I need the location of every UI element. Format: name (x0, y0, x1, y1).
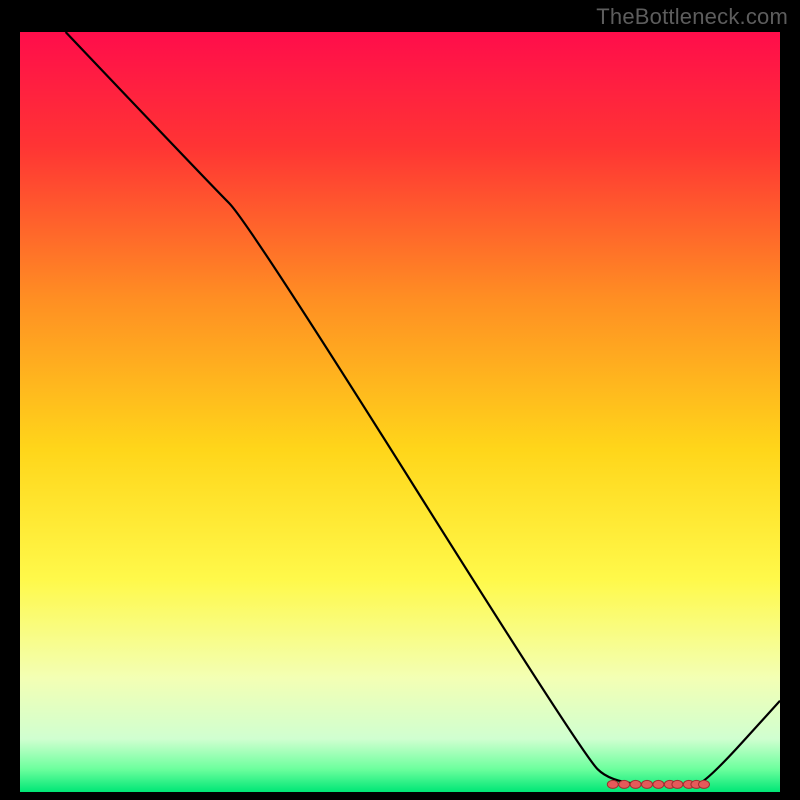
chart-frame: TheBottleneck.com (0, 0, 800, 800)
watermark-text: TheBottleneck.com (596, 4, 788, 30)
optimal-range-markers (607, 780, 709, 788)
optimal-marker (619, 780, 630, 788)
optimal-marker (699, 780, 710, 788)
gradient-background (20, 32, 780, 792)
optimal-marker (653, 780, 664, 788)
optimal-marker (642, 780, 653, 788)
chart-plot (20, 32, 780, 792)
optimal-marker (630, 780, 641, 788)
optimal-marker (607, 780, 618, 788)
optimal-marker (672, 780, 683, 788)
chart-svg (20, 32, 780, 792)
